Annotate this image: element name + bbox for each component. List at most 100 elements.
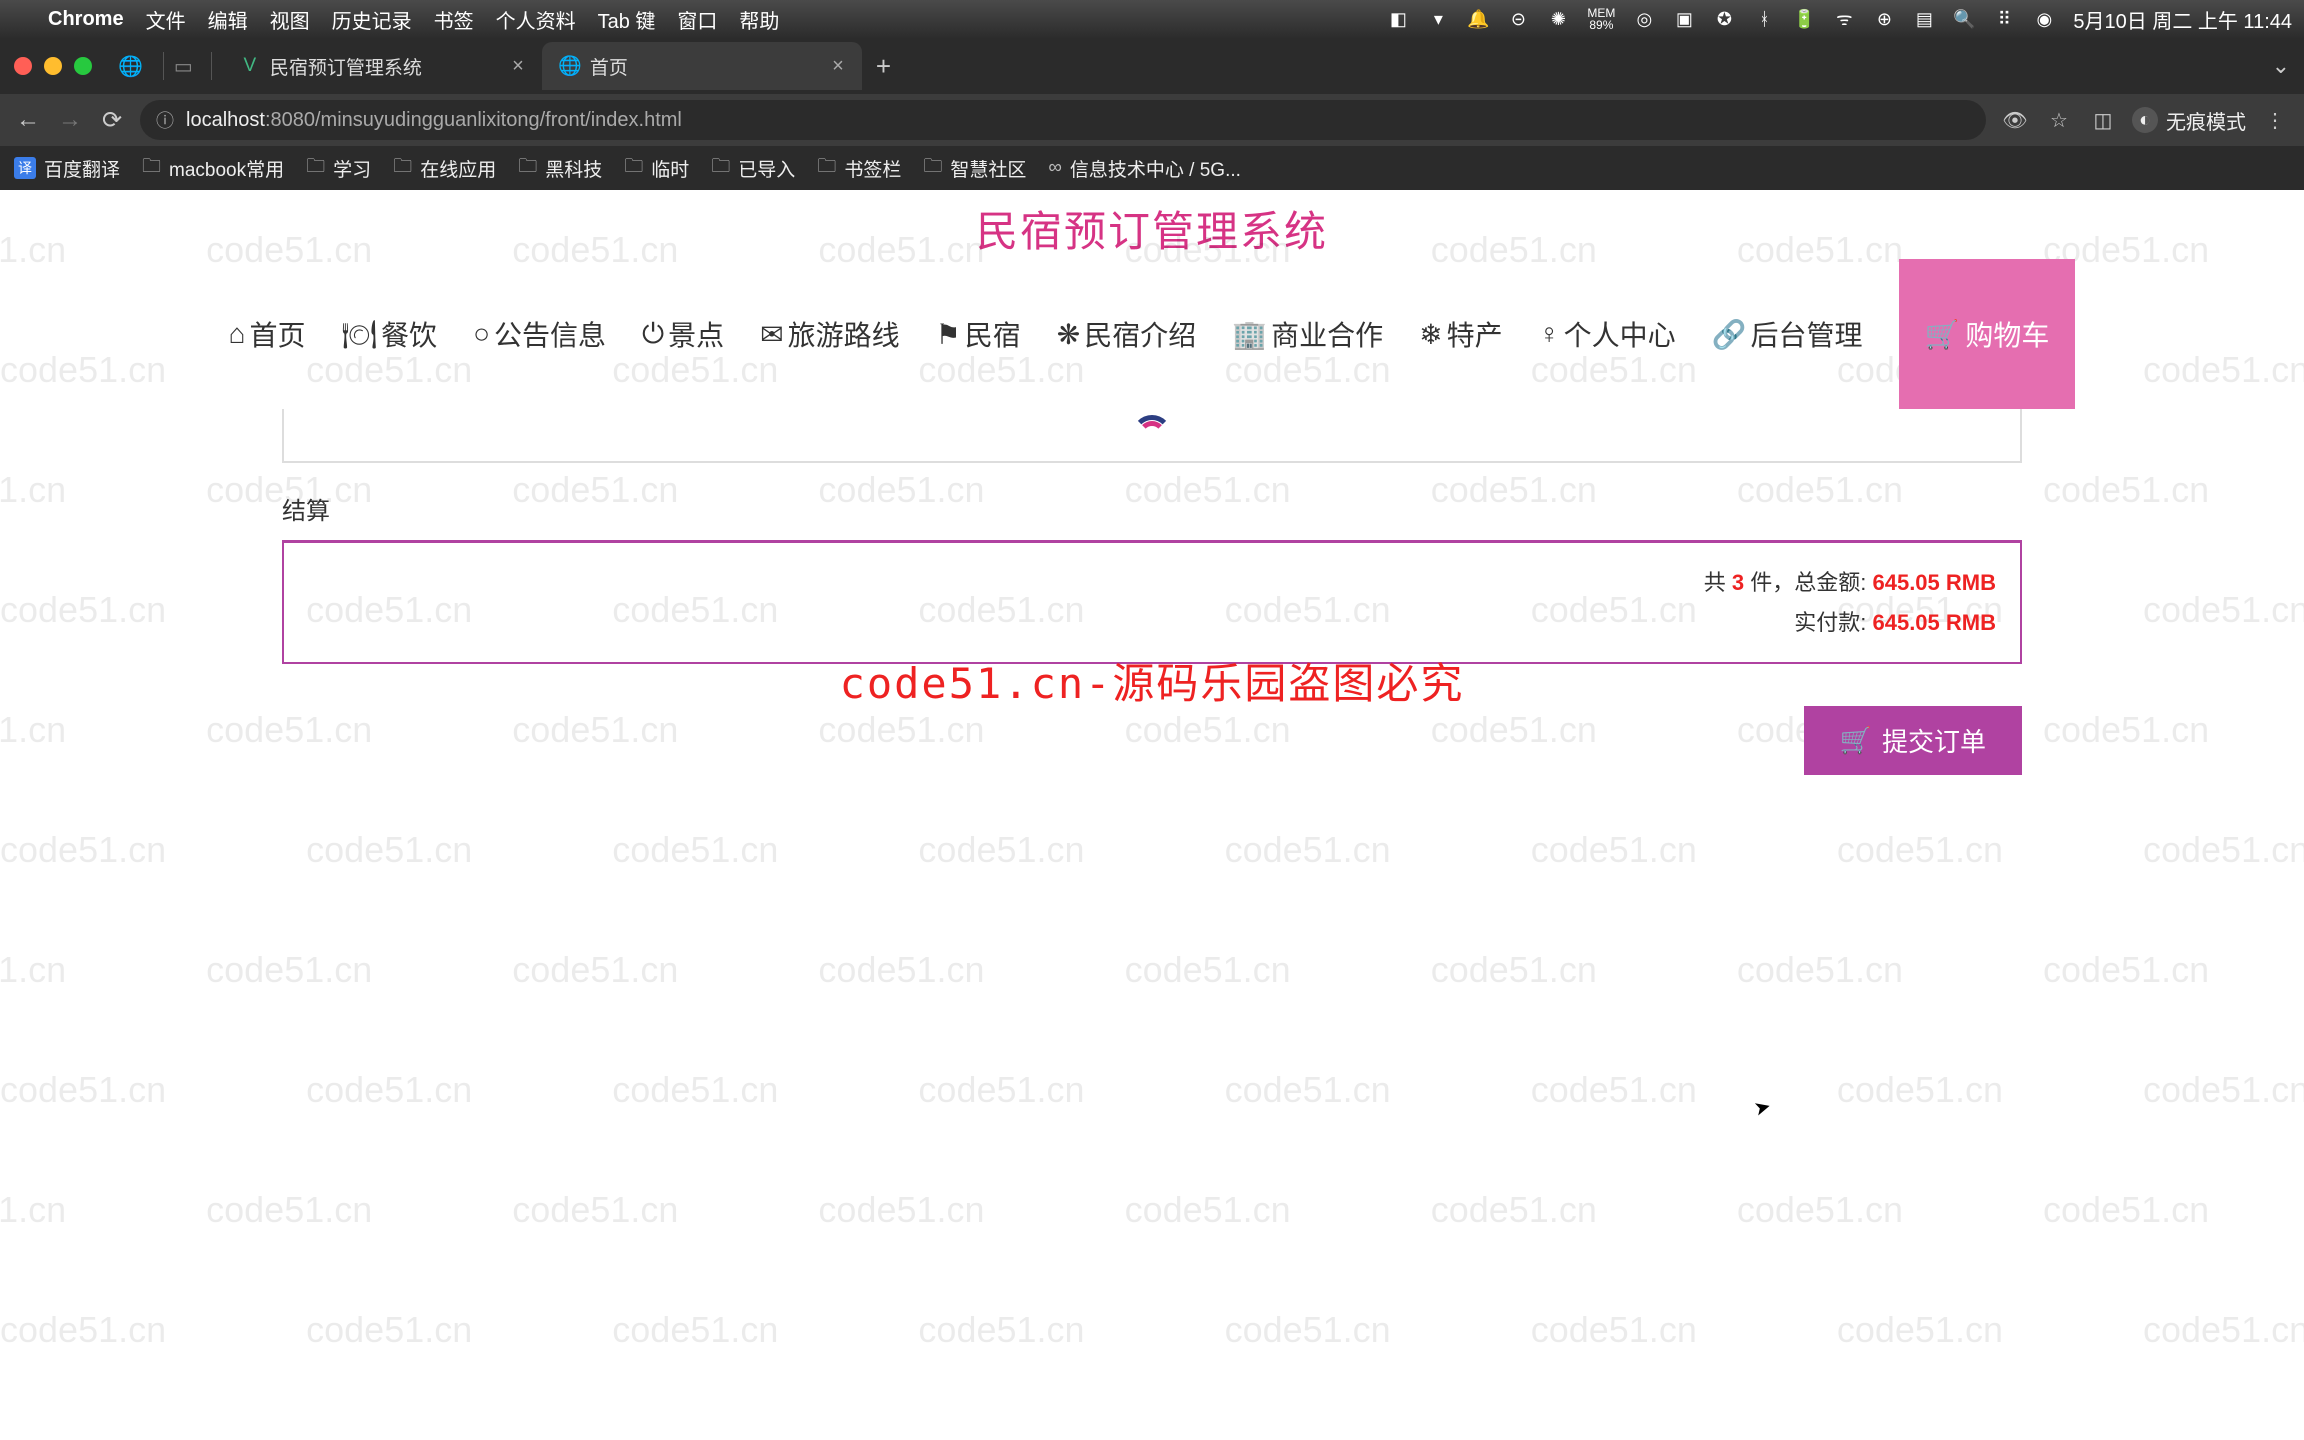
close-window-button[interactable] [14,57,32,75]
lodge-icon: ⚑ [936,318,961,351]
tray-notification-icon[interactable]: 🔔 [1467,8,1489,30]
route-icon: ✉ [760,318,783,351]
tray-battery-icon[interactable]: 🔋 [1793,8,1815,30]
incognito-label: 无痕模式 [2166,106,2246,135]
folder-icon: 🗀 [624,152,643,184]
minimize-window-button[interactable] [44,57,62,75]
close-tab-icon[interactable]: × [512,55,524,78]
bookmark-folder-1[interactable]: 🗀macbook常用 [142,152,284,184]
spinner-icon [1132,415,1172,455]
bookmark-translate[interactable]: 译百度翻译 [14,155,120,182]
tray-icon-2[interactable]: ▾ [1427,8,1449,30]
menu-history[interactable]: 历史记录 [332,5,412,34]
bookmark-folder-2[interactable]: 🗀学习 [306,152,371,184]
menu-view[interactable]: 视图 [270,5,310,34]
summary-prefix: 共 [1704,570,1732,595]
eye-off-icon[interactable]: 👁 [2000,108,2030,133]
folder-icon: 🗀 [518,152,537,184]
nav-intro[interactable]: ❋民宿介绍 [1057,314,1196,354]
maximize-window-button[interactable] [74,57,92,75]
url-port: :8080 [265,109,315,132]
bookmark-link-9[interactable]: ∞信息技术中心 / 5G... [1048,155,1241,182]
menu-tab[interactable]: Tab 键 [598,5,656,34]
nav-lodge[interactable]: ⚑民宿 [936,314,1021,354]
menu-edit[interactable]: 编辑 [208,5,248,34]
bookmark-folder-5[interactable]: 🗀临时 [624,152,689,184]
bookmark-folder-3[interactable]: 🗀在线应用 [393,152,496,184]
tray-bluetooth-icon[interactable]: ᚼ [1753,8,1775,30]
tray-icon-9[interactable]: ▤ [1913,8,1935,30]
tab-overflow-icon[interactable]: ⌄ [2272,53,2290,79]
menubar-app[interactable]: Chrome [48,8,124,31]
tray-icon-6[interactable]: ▣ [1673,8,1695,30]
nav-notice[interactable]: ○公告信息 [473,314,606,354]
tray-wifi-icon[interactable]: ᯤ [1833,8,1855,30]
bookmark-folder-7[interactable]: 🗀书签栏 [817,152,901,184]
menu-bookmarks[interactable]: 书签 [434,5,474,34]
bookmark-folder-4[interactable]: 🗀黑科技 [518,152,602,184]
site-info-icon[interactable]: ⓘ [156,107,174,133]
checkout-section-title: 结算 [282,463,2022,540]
tray-control-center-icon[interactable]: ⠿ [1993,8,2015,30]
tray-icon-5[interactable]: ◎ [1633,8,1655,30]
nav-biz[interactable]: 🏢商业合作 [1232,314,1383,354]
close-tab-icon[interactable]: × [832,55,844,78]
page-content: code51.cncode51.cncode51.cncode51.cncode… [0,190,2304,1440]
bookmark-folder-8[interactable]: 🗀智慧社区 [923,152,1026,184]
loading-placeholder [282,409,2022,463]
browser-tab-2[interactable]: 🌐 首页 × [542,42,862,90]
back-button[interactable]: ← [14,106,42,134]
folder-icon: 🗀 [306,152,325,184]
menu-window[interactable]: 窗口 [677,5,717,34]
kebab-menu-icon[interactable]: ⋮ [2260,108,2290,133]
bookmark-folder-6[interactable]: 🗀已导入 [711,152,795,184]
menubar-clock[interactable]: 5月10日 周二 上午 11:44 [2073,5,2292,34]
nav-personal[interactable]: ♀个人中心 [1539,314,1676,354]
incognito-badge[interactable]: ◐ 无痕模式 [2132,106,2246,135]
submit-order-button[interactable]: 🛒 提交订单 [1804,706,2022,775]
tray-icon-7[interactable]: ✪ [1713,8,1735,30]
home-icon: ⌂ [229,318,246,350]
menu-profile[interactable]: 个人资料 [496,5,576,34]
tray-search-icon[interactable]: 🔍 [1953,8,1975,30]
nav-spot[interactable]: ⏻景点 [642,314,724,354]
browser-tab-1[interactable]: V 民宿预订管理系统 × [222,42,542,90]
handoff-icon[interactable]: ▭ [174,54,193,79]
order-summary: 共 3 件，总金额: 645.05 RMB 实付款: 645.05 RMB [282,540,2022,664]
tray-icon-8[interactable]: ⊕ [1873,8,1895,30]
tray-icon-1[interactable]: ◧ [1387,8,1409,30]
link-icon: ∞ [1048,157,1062,179]
submit-label: 提交订单 [1882,722,1986,759]
forward-button[interactable]: → [56,106,84,134]
nav-cart[interactable]: 🛒购物车 [1899,259,2076,409]
folder-icon: 🗀 [817,152,836,184]
nav-home[interactable]: ⌂首页 [229,314,306,354]
tray-siri-icon[interactable]: ◉ [2033,8,2055,30]
vue-favicon: V [240,56,260,76]
nav-route[interactable]: ✉旅游路线 [760,314,899,354]
separator [211,52,212,80]
new-tab-button[interactable]: + [876,51,891,82]
star-bookmark-icon[interactable]: ☆ [2044,108,2074,133]
menu-help[interactable]: 帮助 [739,5,779,34]
tray-icon-4[interactable]: ✺ [1547,8,1569,30]
food-icon: 🍽 [342,318,378,351]
folder-icon: 🗀 [393,152,412,184]
nav-food[interactable]: 🍽餐饮 [342,314,438,354]
reload-button[interactable]: ⟳ [98,106,126,135]
menu-file[interactable]: 文件 [146,5,186,34]
tray-mem-monitor[interactable]: MEM89% [1587,7,1615,31]
nav-admin[interactable]: 🔗后台管理 [1712,314,1863,354]
summary-pay: 645.05 RMB [1872,610,1996,635]
folder-icon: 🗀 [711,152,730,184]
biz-icon: 🏢 [1232,318,1267,351]
separator [163,52,164,80]
macos-menubar: Chrome 文件 编辑 视图 历史记录 书签 个人资料 Tab 键 窗口 帮助… [0,0,2304,38]
user-icon: ♀ [1539,318,1560,350]
tab-title: 民宿预订管理系统 [270,53,422,80]
tray-icon-3[interactable]: ⊝ [1507,8,1529,30]
address-bar[interactable]: ⓘ localhost:8080/minsuyudingguanlixitong… [140,100,1986,140]
browser-chrome: 🌐 ▭ V 民宿预订管理系统 × 🌐 首页 × + ⌄ ← → ⟳ ⓘ loca… [0,38,2304,190]
nav-spec[interactable]: ❄特产 [1419,314,1502,354]
side-panel-icon[interactable]: ◫ [2088,108,2118,133]
